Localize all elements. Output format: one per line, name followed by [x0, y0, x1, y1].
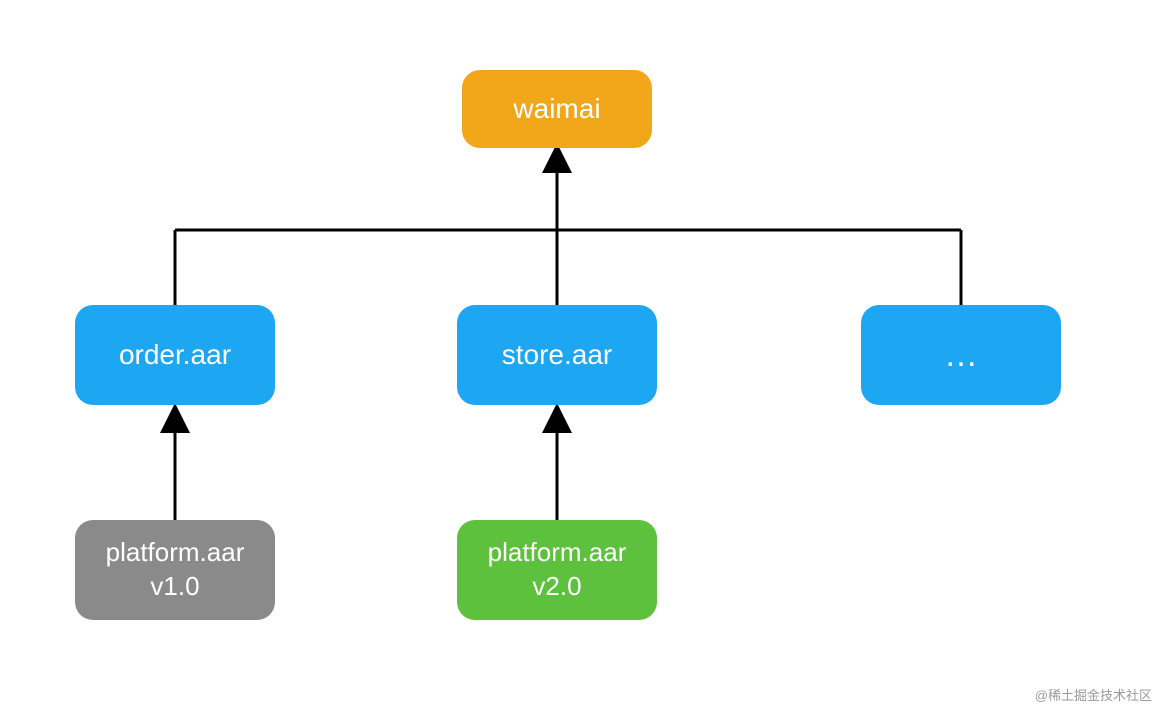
node-order-aar: order.aar — [75, 305, 275, 405]
node-platform-v2-name: platform.aar — [488, 536, 627, 570]
node-more-label: … — [944, 333, 978, 377]
watermark-text: @稀土掘金技术社区 — [1035, 685, 1152, 704]
node-platform-v1-version: v1.0 — [106, 570, 245, 604]
node-platform-v1: platform.aar v1.0 — [75, 520, 275, 620]
node-platform-v2: platform.aar v2.0 — [457, 520, 657, 620]
node-store-label: store.aar — [502, 337, 613, 373]
node-platform-v1-name: platform.aar — [106, 536, 245, 570]
node-order-label: order.aar — [119, 337, 231, 373]
node-store-aar: store.aar — [457, 305, 657, 405]
node-waimai-label: waimai — [513, 91, 600, 127]
node-more: … — [861, 305, 1061, 405]
node-waimai: waimai — [462, 70, 652, 148]
node-platform-v2-version: v2.0 — [488, 570, 627, 604]
